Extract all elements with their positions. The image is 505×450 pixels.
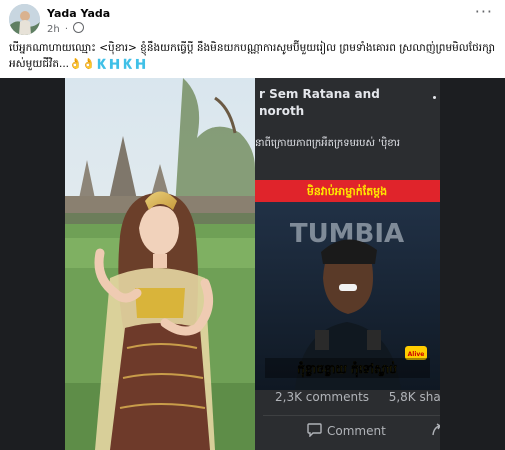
shared-card-subtitle: នាពីក្រោយភាពក្រអឺតក្រទមរបស់ 'ប៉ិខារ [255, 138, 400, 149]
share-icon [432, 423, 440, 436]
post-caption: បើអ្នកណាហាយឈ្មោះ <ប៉ិខារ> ខ្ញុំនឹងយកធ្វើ… [9, 42, 496, 70]
globe-icon [73, 22, 85, 33]
video-banner-text: មិនវាប់អាម្នាក់តែម្ដង [307, 184, 387, 198]
singer-performance-image: មិនវាប់អាម្នាក់តែម្ដង TUMBIA Alive កុំខ្… [255, 180, 440, 390]
engagement-stats: 2,3K comments 5,8K shares [275, 390, 440, 404]
comments-count[interactable]: 2,3K comments [275, 390, 369, 404]
video-caption-text: កុំខ្លាចខ្លាយ កុំទៅស្លាប់ [297, 361, 397, 378]
post-time[interactable]: 2h [47, 24, 60, 35]
shared-card-title[interactable]: r Sem Ratana and noroth [259, 86, 439, 120]
temple-portrait-image [65, 78, 255, 450]
meta-separator: · [64, 24, 69, 35]
shares-count[interactable]: 5,8K shares [389, 390, 440, 404]
shared-card-title-line2: noroth [259, 104, 305, 118]
more-options-icon[interactable]: ··· [475, 4, 493, 20]
avatar-image [9, 4, 40, 35]
share-button[interactable] [431, 423, 440, 440]
post-header: Yada Yada 2h · ··· [9, 4, 499, 36]
mic-brand-text: Alive [408, 351, 425, 358]
comment-label: Comment [327, 424, 386, 438]
comment-button[interactable]: Comment [307, 423, 386, 438]
post-photo[interactable] [65, 78, 255, 450]
shared-card-title-line1: r Sem Ratana and [259, 87, 380, 101]
facebook-post: Yada Yada 2h · ··· បើអ្នកណាហាយឈ្មោះ <ប៉ិ… [0, 0, 505, 450]
card-options-icon[interactable] [433, 96, 436, 99]
video-thumbnail[interactable]: មិនវាប់អាម្នាក់តែម្ដង TUMBIA Alive កុំខ្… [255, 180, 440, 390]
post-meta: 2h · [47, 22, 85, 35]
shared-video-card[interactable]: r Sem Ratana and noroth នាពីក្រោយភាពក្រអ… [255, 78, 440, 450]
author-avatar[interactable] [9, 4, 40, 35]
author-name[interactable]: Yada Yada [47, 7, 110, 20]
comment-icon [307, 423, 322, 438]
actions-divider [263, 415, 440, 416]
